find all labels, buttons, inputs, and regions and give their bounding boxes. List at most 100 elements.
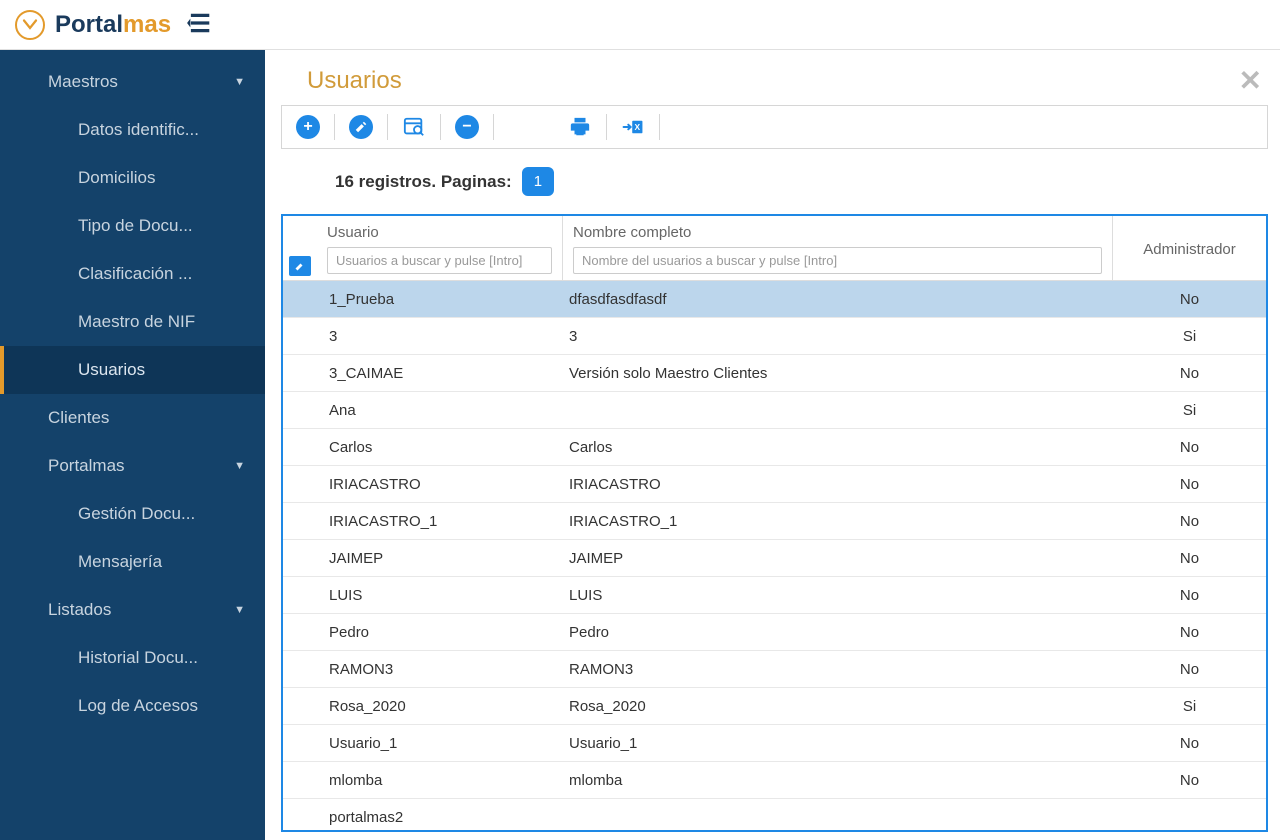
cell-nombre: Versión solo Maestro Clientes	[563, 365, 1113, 382]
cell-usuario: Usuario_1	[317, 735, 563, 752]
toolbar-separator	[493, 114, 494, 140]
nav-group-label: Portalmas	[48, 456, 125, 476]
page-number-button[interactable]: 1	[522, 167, 554, 196]
cell-usuario: JAIMEP	[317, 550, 563, 567]
filter-input-usuario[interactable]	[327, 247, 552, 274]
chevron-down-icon: ▼	[234, 76, 245, 88]
delete-button[interactable]: −	[447, 112, 487, 142]
cell-nombre: LUIS	[563, 587, 1113, 604]
toolbar-separator	[334, 114, 335, 140]
export-excel-button[interactable]: X	[613, 112, 653, 142]
cell-usuario: Carlos	[317, 439, 563, 456]
content-panel: Usuarios ✕ + − X	[265, 50, 1280, 840]
sidebar: Maestros ▼ Datos identific...DomiciliosTip…	[0, 50, 265, 840]
cell-administrador: No	[1113, 661, 1266, 678]
toolbar-separator	[659, 114, 660, 140]
column-label: Usuario	[327, 224, 552, 241]
nav-item[interactable]: Domicilios	[0, 154, 265, 202]
grid-body[interactable]: 1_PruebadfasdfasdfasdfNo33Si3_CAIMAEVers…	[283, 281, 1266, 830]
column-label: Administrador	[1143, 241, 1236, 258]
table-row[interactable]: 1_PruebadfasdfasdfasdfNo	[283, 281, 1266, 318]
nav-group[interactable]: Portalmas ▼	[0, 442, 265, 490]
nav-group[interactable]: Clientes	[0, 394, 265, 442]
cell-nombre: dfasdfasdfasdf	[563, 291, 1113, 308]
table-row[interactable]: RAMON3RAMON3No	[283, 651, 1266, 688]
nav-item[interactable]: Usuarios	[0, 346, 265, 394]
table-row[interactable]: LUISLUISNo	[283, 577, 1266, 614]
data-grid: Usuario Nombre completo Administrador 1_…	[281, 214, 1268, 832]
topbar: Portalmas	[0, 0, 1280, 50]
add-button[interactable]: +	[288, 112, 328, 142]
print-button[interactable]	[560, 112, 600, 142]
cell-administrador: No	[1113, 513, 1266, 530]
cell-administrador: Si	[1113, 698, 1266, 715]
nav-item[interactable]: Log de Accesos	[0, 682, 265, 730]
column-header-administrador[interactable]: Administrador	[1113, 216, 1266, 280]
table-row[interactable]: Usuario_1Usuario_1No	[283, 725, 1266, 762]
cell-nombre: JAIMEP	[563, 550, 1113, 567]
cell-usuario: 3	[317, 328, 563, 345]
cell-nombre: Carlos	[563, 439, 1113, 456]
table-row[interactable]: IRIACASTRO_1IRIACASTRO_1No	[283, 503, 1266, 540]
search-detail-button[interactable]	[394, 112, 434, 142]
cell-usuario: IRIACASTRO_1	[317, 513, 563, 530]
table-row[interactable]: PedroPedroNo	[283, 614, 1266, 651]
table-row[interactable]: portalmas2	[283, 799, 1266, 830]
nav-item[interactable]: Datos identific...	[0, 106, 265, 154]
nav-item[interactable]: Tipo de Docu...	[0, 202, 265, 250]
table-row[interactable]: CarlosCarlosNo	[283, 429, 1266, 466]
cell-administrador: Si	[1113, 328, 1266, 345]
nav-item[interactable]: Gestión Docu...	[0, 490, 265, 538]
pencil-icon	[349, 115, 373, 139]
close-icon[interactable]: ✕	[1239, 64, 1262, 97]
svg-text:X: X	[634, 122, 640, 132]
cell-usuario: RAMON3	[317, 661, 563, 678]
nav-group-label: Maestros	[48, 72, 118, 92]
table-row[interactable]: 33Si	[283, 318, 1266, 355]
nav-group[interactable]: Listados▼	[0, 586, 265, 634]
cell-usuario: Rosa_2020	[317, 698, 563, 715]
filter-input-nombre[interactable]	[573, 247, 1102, 274]
cell-administrador: No	[1113, 772, 1266, 789]
sidebar-collapse-button[interactable]	[186, 10, 212, 39]
cell-nombre: IRIACASTRO_1	[563, 513, 1113, 530]
nav-group[interactable]: Maestros ▼	[0, 58, 265, 106]
table-row[interactable]: 3_CAIMAEVersión solo Maestro ClientesNo	[283, 355, 1266, 392]
cell-usuario: Pedro	[317, 624, 563, 641]
toolbar-separator	[606, 114, 607, 140]
cell-administrador: No	[1113, 476, 1266, 493]
row-edit-toggle[interactable]	[289, 256, 311, 276]
nav-item[interactable]: Clasificación ...	[0, 250, 265, 298]
cell-nombre: IRIACASTRO	[563, 476, 1113, 493]
chevron-down-icon: ▼	[234, 460, 245, 472]
nav-item[interactable]: Maestro de NIF	[0, 298, 265, 346]
nav-item[interactable]: Mensajería	[0, 538, 265, 586]
edit-button[interactable]	[341, 112, 381, 142]
cell-administrador: No	[1113, 587, 1266, 604]
cell-administrador: No	[1113, 365, 1266, 382]
column-header-nombre[interactable]: Nombre completo	[563, 216, 1113, 280]
toolbar: + − X	[281, 105, 1268, 149]
minus-icon: −	[455, 115, 479, 139]
table-row[interactable]: JAIMEPJAIMEPNo	[283, 540, 1266, 577]
cell-nombre: 3	[563, 328, 1113, 345]
cell-administrador: No	[1113, 439, 1266, 456]
table-row[interactable]: Rosa_2020Rosa_2020Si	[283, 688, 1266, 725]
brand-logo-icon	[15, 10, 45, 40]
cell-administrador: No	[1113, 624, 1266, 641]
column-header-usuario[interactable]: Usuario	[317, 216, 563, 280]
brand-part2: mas	[123, 11, 171, 38]
cell-nombre: Pedro	[563, 624, 1113, 641]
table-row[interactable]: AnaSi	[283, 392, 1266, 429]
cell-usuario: 3_CAIMAE	[317, 365, 563, 382]
brand-part1: Portal	[55, 11, 123, 38]
column-label: Nombre completo	[573, 224, 1102, 241]
table-row[interactable]: IRIACASTROIRIACASTRONo	[283, 466, 1266, 503]
nav-item[interactable]: Historial Docu...	[0, 634, 265, 682]
cell-usuario: portalmas2	[317, 809, 563, 826]
table-row[interactable]: mlombamlombaNo	[283, 762, 1266, 799]
cell-administrador: Si	[1113, 402, 1266, 419]
pager-text: 16 registros. Paginas:	[335, 172, 512, 192]
cell-nombre: Usuario_1	[563, 735, 1113, 752]
nav-group-label: Clientes	[48, 408, 109, 428]
